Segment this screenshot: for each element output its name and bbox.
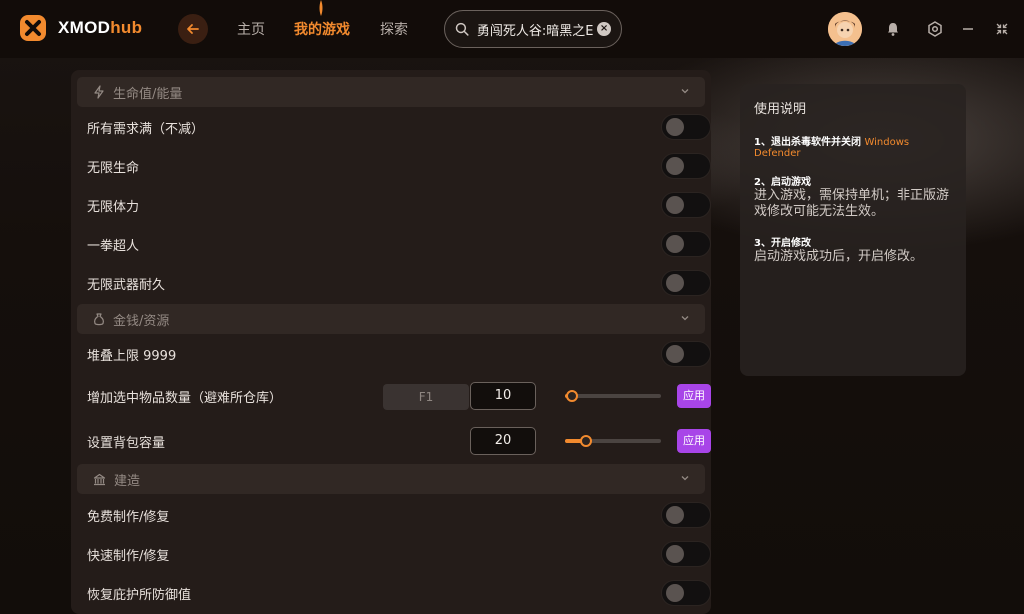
option-label: 免费制作/修复 <box>87 509 170 525</box>
option-row: 无限武器耐久 <box>87 268 711 298</box>
clear-search-icon[interactable]: × <box>597 22 612 36</box>
option-label: 无限体力 <box>87 199 140 215</box>
toggle-knob <box>666 274 684 292</box>
toggle-knob <box>666 235 684 253</box>
value-input[interactable]: 10 <box>470 382 536 410</box>
chevron-down-icon[interactable] <box>679 472 691 484</box>
avatar[interactable] <box>828 12 862 46</box>
search-icon <box>455 22 469 36</box>
value-input[interactable]: 20 <box>470 427 536 455</box>
option-label: 一拳超人 <box>87 238 140 254</box>
toggle-switch[interactable] <box>661 502 711 528</box>
toggle-knob <box>666 506 684 524</box>
option-row: 所有需求满（不减） <box>87 112 711 142</box>
toggle-knob <box>666 196 684 214</box>
section-title: 建造 <box>114 473 141 489</box>
option-label: 无限生命 <box>87 160 140 176</box>
option-label: 所有需求满（不减） <box>87 121 205 137</box>
toggle-knob <box>666 157 684 175</box>
value-slider[interactable] <box>565 390 661 402</box>
toggle-switch[interactable] <box>661 580 711 606</box>
slider-thumb[interactable] <box>580 435 592 447</box>
toggle-switch[interactable] <box>661 153 711 179</box>
apply-button[interactable]: 应用 <box>677 384 711 408</box>
arrow-left-icon <box>187 24 199 34</box>
settings-gear-icon[interactable] <box>925 19 945 39</box>
nav-explore[interactable]: 探索 <box>380 19 408 39</box>
xmod-logo-icon <box>20 15 46 41</box>
slider-thumb[interactable] <box>566 390 578 402</box>
option-row-with-value: 设置背包容量 20 应用 <box>87 426 711 456</box>
money-bag-icon <box>94 313 104 326</box>
option-label: 恢复庇护所防御值 <box>87 587 192 603</box>
option-row: 无限生命 <box>87 151 711 181</box>
hotkey-button[interactable]: F1 <box>383 384 469 410</box>
section-header-money-resources[interactable]: 金钱/资源 <box>77 304 705 334</box>
option-row: 一拳超人 <box>87 229 711 259</box>
minimize-icon[interactable] <box>958 19 978 39</box>
option-label: 无限武器耐久 <box>87 277 166 293</box>
value-slider[interactable] <box>565 435 661 447</box>
step-2-body: 进入游戏，需保持单机；非正版游戏修改可能无法生效。 <box>754 188 950 219</box>
step-1-heading: 1、退出杀毒软件并关闭 Windows Defender <box>754 137 910 159</box>
option-label: 设置背包容量 <box>87 435 166 451</box>
toggle-knob <box>666 545 684 563</box>
lightning-icon <box>94 85 104 99</box>
apply-button[interactable]: 应用 <box>677 429 711 453</box>
option-row: 无限体力 <box>87 190 711 220</box>
top-bar: XMODhub 主页 我的游戏 探索 勇闯死人谷:暗黑之E × <box>0 0 1024 58</box>
chevron-down-icon[interactable] <box>679 85 691 97</box>
option-label: 增加选中物品数量（避难所仓库） <box>87 390 283 406</box>
collapse-window-icon[interactable] <box>992 19 1012 39</box>
toggle-knob <box>666 118 684 136</box>
toggle-switch[interactable] <box>661 270 711 296</box>
nav-home[interactable]: 主页 <box>237 19 265 39</box>
search-input[interactable]: 勇闯死人谷:暗黑之E <box>477 20 593 39</box>
instructions-panel: 使用说明 1、退出杀毒软件并关闭 Windows Defender 2、启动游戏… <box>740 84 966 376</box>
cheat-options-panel: 生命值/能量 所有需求满（不减） 无限生命 无限体力 一拳超人 无限武器耐久 金… <box>71 70 711 614</box>
option-row-with-value: 增加选中物品数量（避难所仓库） F1 10 应用 <box>87 381 711 411</box>
section-header-building[interactable]: 建造 <box>77 464 705 494</box>
chevron-down-icon[interactable] <box>679 312 691 324</box>
back-button[interactable] <box>178 14 208 44</box>
tab-glow-icon <box>319 0 323 16</box>
building-icon <box>93 473 106 485</box>
option-row: 免费制作/修复 <box>87 500 711 530</box>
toggle-switch[interactable] <box>661 192 711 218</box>
section-title: 生命值/能量 <box>113 86 183 102</box>
option-row: 堆叠上限 9999 <box>87 339 711 369</box>
toggle-switch[interactable] <box>661 341 711 367</box>
instructions-title: 使用说明 <box>754 102 807 117</box>
step-3-body: 启动游戏成功后，开启修改。 <box>754 249 924 264</box>
option-label: 堆叠上限 9999 <box>87 348 177 364</box>
option-row: 快速制作/修复 <box>87 539 711 569</box>
nav-my-games[interactable]: 我的游戏 <box>294 19 350 39</box>
notification-bell-icon[interactable] <box>883 19 903 39</box>
step-2-heading: 2、启动游戏 <box>754 177 811 188</box>
app-logo: XMODhub <box>18 13 142 43</box>
toggle-switch[interactable] <box>661 114 711 140</box>
step-3-heading: 3、开启修改 <box>754 238 811 249</box>
option-row: 恢复庇护所防御值 <box>87 578 711 608</box>
toggle-switch[interactable] <box>661 231 711 257</box>
section-title: 金钱/资源 <box>113 313 170 329</box>
search-box[interactable]: 勇闯死人谷:暗黑之E × <box>444 10 622 48</box>
user-avatar-icon <box>828 12 862 46</box>
toggle-knob <box>666 584 684 602</box>
brand-name: XMODhub <box>58 18 143 37</box>
section-header-health-energy[interactable]: 生命值/能量 <box>77 77 705 107</box>
option-label: 快速制作/修复 <box>87 548 170 564</box>
toggle-switch[interactable] <box>661 541 711 567</box>
toggle-knob <box>666 345 684 363</box>
